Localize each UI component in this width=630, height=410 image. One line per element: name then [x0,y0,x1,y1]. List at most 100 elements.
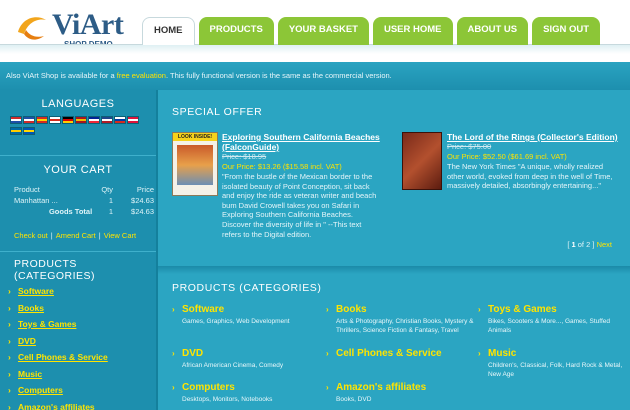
tab-home[interactable]: HOME [142,17,195,45]
category-subtitle: African American Cinema, Comedy [182,362,284,369]
language-flag-icon[interactable] [23,127,35,135]
arrow-right-icon: › [172,349,175,358]
tab-sign-out[interactable]: SIGN OUT [532,17,601,45]
language-flag-icon[interactable] [10,116,22,124]
sidebar: LANGUAGES YOUR CART Product Qty Price Ma… [0,90,156,410]
pager-total[interactable]: 2 [586,240,590,249]
goods-total-price: $24.63 [131,207,154,216]
cart-row-price: $24.63 [131,196,154,205]
section-divider [158,266,630,274]
category-cell-phones[interactable]: › Cell Phones & Service [8,352,156,369]
category-list: › Software › Books › Toys & Games › DVD › Cel… [0,282,156,410]
languages-title: LANGUAGES [41,98,115,110]
languages-block: LANGUAGES [0,90,156,156]
offer-title-link[interactable]: Exploring Southern California Beaches (F… [222,132,382,152]
logo-swirl-icon [18,17,46,40]
grid-category-cell-phones[interactable]: › Cell Phones & Service [326,348,476,360]
language-flag-icon[interactable] [49,116,61,124]
cart-block: YOUR CART Product Qty Price Manhattan ..… [0,156,156,252]
book-cover-image[interactable] [402,132,442,190]
free-evaluation-link[interactable]: free evaluation [117,71,166,80]
category-books[interactable]: › Books [8,303,156,320]
info-prefix: Also ViArt Shop is available for a [6,71,115,80]
language-flag-icon[interactable] [36,116,48,124]
grid-category-dvd[interactable]: › DVD African American Cinema, Comedy [172,348,322,371]
category-subtitle: Arts & Photography, Christian Books, Mys… [336,318,474,334]
old-price: Price: $75.00 [447,142,492,151]
category-subtitle: Bikes, Scooters & More..., Games, Stuffe… [488,318,610,334]
cart-table: Product Qty Price Manhattan ... 1 $24.63… [14,184,154,217]
grid-category-music[interactable]: › Music Children's, Classical, Folk, Hard… [478,348,628,379]
view-cart-link[interactable]: View Cart [104,231,136,240]
amend-cart-link[interactable]: Amend Cart [56,231,96,240]
arrow-right-icon: › [8,335,11,346]
offer-description: "From the bustle of the Mexican border t… [222,172,377,239]
grid-category-software[interactable]: › Software Games, Graphics, Web Developme… [172,304,322,327]
our-price: Our Price: $13.26 ($15.58 incl. VAT) [222,162,342,171]
cart-row-qty: 1 [108,196,113,205]
cart-row-product[interactable]: Manhattan ... [14,195,92,206]
offer-pager: [ 1 of 2 ] Next [567,240,612,249]
category-subtitle: Games, Graphics, Web Development [182,318,290,325]
tab-about-us[interactable]: ABOUT US [456,17,529,45]
language-flag-icon[interactable] [88,116,100,124]
category-subtitle: Children's, Classical, Folk, Hard Rock &… [488,362,623,378]
check-out-link[interactable]: Check out [14,231,48,240]
arrow-right-icon: › [326,383,329,392]
info-bar: Also ViArt Shop is available for a free … [0,62,630,90]
language-flag-icon[interactable] [101,116,113,124]
old-price: Price: $18.95 [222,152,267,161]
cart-header-price: Price [136,185,154,194]
categories-block: PRODUCTS (CATEGORIES) › Software › Books ›… [0,252,156,410]
category-software[interactable]: › Software [8,286,156,303]
language-flag-icon[interactable] [23,116,35,124]
grid-category-computers[interactable]: › Computers Desktops, Monitors, Notebooks [172,382,322,405]
header: ViArt SHOP DEMO HOME PRODUCTS YOUR BASKE… [0,0,630,62]
cart-header-product: Product [14,185,40,194]
category-computers[interactable]: › Computers [8,385,156,402]
cart-title: YOUR CART [43,164,113,176]
language-flag-icon[interactable] [75,116,87,124]
category-music[interactable]: › Music [8,369,156,386]
grid-category-toys-games[interactable]: › Toys & Games Bikes, Scooters & More...,… [478,304,628,335]
arrow-right-icon: › [8,385,11,395]
products-categories-title: PRODUCTS (CATEGORIES) [172,282,322,294]
look-inside-badge: LOOK INSIDE! [173,133,217,141]
category-amazon-affiliates[interactable]: › Amazon's affiliates [8,402,156,410]
arrow-right-icon: › [326,349,329,358]
tab-your-basket[interactable]: YOUR BASKET [277,17,369,45]
offer-item: The Lord of the Rings (Collector's Editi… [402,132,624,242]
offer-text: The Lord of the Rings (Collector's Editi… [447,132,619,191]
language-flag-icon[interactable] [127,116,139,124]
language-flags [0,110,150,138]
info-suffix: . This fully functional version is the s… [165,71,392,80]
arrow-right-icon: › [8,286,11,296]
arrow-right-icon: › [478,349,481,358]
offer-item: LOOK INSIDE! Exploring Southern Californ… [172,132,394,242]
special-offer-title: SPECIAL OFFER [172,106,263,118]
tab-user-home[interactable]: USER HOME [372,17,453,45]
our-price: Our Price: $52.50 ($61.69 incl. VAT) [447,152,567,161]
pager-next-link[interactable]: Next [597,240,612,249]
cart-header-qty: Qty [101,185,113,194]
language-flag-icon[interactable] [114,116,126,124]
offer-title-link[interactable]: The Lord of the Rings (Collector's Editi… [447,132,619,142]
main-nav: HOME PRODUCTS YOUR BASKET USER HOME ABOU… [142,17,604,45]
arrow-right-icon: › [172,305,175,314]
arrow-right-icon: › [8,352,11,362]
category-toys-games[interactable]: › Toys & Games [8,319,156,336]
language-flag-icon[interactable] [62,116,74,124]
grid-category-amazon-affiliates[interactable]: › Amazon's affiliates Books, DVD [326,382,476,405]
book-cover-image[interactable]: LOOK INSIDE! [172,132,218,196]
goods-total-label: Goods Total [48,207,93,216]
cart-row: Manhattan ... 1 $24.63 [14,195,154,206]
category-dvd[interactable]: › DVD [8,336,156,353]
main-content: SPECIAL OFFER LOOK INSIDE! Exploring Sou… [156,90,630,410]
language-flag-icon[interactable] [10,127,22,135]
arrow-right-icon: › [8,401,11,410]
arrow-right-icon: › [8,368,11,379]
tab-products[interactable]: PRODUCTS [198,17,274,45]
grid-category-books[interactable]: › Books Arts & Photography, Christian Boo… [326,304,476,335]
pager-current: 1 [571,240,576,249]
cart-links: Check out | Amend Cart | View Cart [14,231,137,240]
